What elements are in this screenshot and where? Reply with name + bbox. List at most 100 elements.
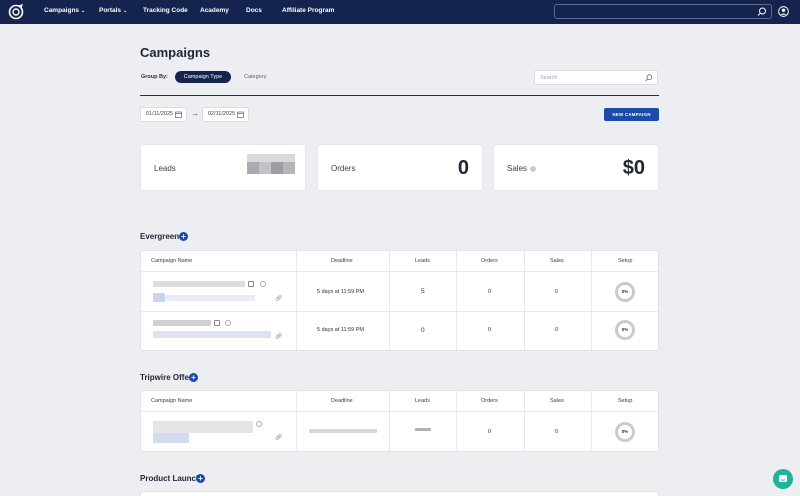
campaign-name-redacted[interactable] <box>153 320 211 326</box>
leads-cell: 5 <box>421 288 425 295</box>
add-tripwire-campaign-icon[interactable]: + <box>189 373 198 382</box>
date-start-field[interactable]: 01/11/2025 <box>140 107 187 122</box>
chat-widget-button[interactable] <box>773 469 793 489</box>
column-divider <box>591 391 592 451</box>
campaign-name-redacted[interactable] <box>153 421 253 433</box>
nav-portals-label: Portals <box>99 7 122 14</box>
header-sales: Sales <box>550 258 564 264</box>
sales-cell: 0 <box>555 429 559 435</box>
chevron-down-icon: ⌄ <box>81 8 86 14</box>
campaign-search-input[interactable] <box>540 74 640 82</box>
header-sales: Sales <box>550 398 564 404</box>
tripwire-table: Campaign Name Deadline Leads Orders Sale… <box>140 390 659 452</box>
header-orders: Orders <box>481 398 498 404</box>
header-leads: Leads <box>415 398 430 404</box>
group-by-label: Group By: <box>141 74 168 80</box>
nav-tracking-code[interactable]: Tracking Code <box>143 7 188 14</box>
column-divider <box>456 251 457 350</box>
row-divider <box>141 311 658 312</box>
top-nav: Campaigns ⌄ Portals ⌄ Tracking Code Academ… <box>0 0 800 24</box>
section-title-tripwire: Tripwire Offer <box>140 373 193 382</box>
table-header: Campaign Name Deadline Leads Orders Sale… <box>141 391 658 412</box>
column-divider <box>524 391 525 451</box>
header-deadline: Deadline <box>331 398 353 404</box>
calendar-icon <box>237 111 244 118</box>
nav-portals[interactable]: Portals ⌄ <box>99 7 127 14</box>
info-icon[interactable] <box>260 281 266 287</box>
column-divider <box>389 391 390 451</box>
sales-card: Sales $0 <box>493 144 659 191</box>
leads-value-redacted <box>247 154 295 174</box>
orders-cell: 0 <box>488 289 492 295</box>
orders-cell: 0 <box>488 429 492 435</box>
header-setup: Setup <box>618 258 633 264</box>
leads-redacted <box>415 428 431 431</box>
info-icon[interactable] <box>530 166 536 172</box>
nav-affiliate-program[interactable]: Affiliate Program <box>282 7 334 14</box>
new-campaign-button[interactable]: NEW CAMPAIGN <box>604 108 659 121</box>
arrow-right-icon: → <box>191 109 199 118</box>
header-leads: Leads <box>415 258 430 264</box>
setup-progress-ring[interactable]: 0% <box>615 320 635 340</box>
column-divider <box>296 251 297 350</box>
date-end-value: 02/11/2025 <box>208 111 236 117</box>
column-divider <box>524 251 525 350</box>
search-icon[interactable] <box>757 7 767 17</box>
header-campaign-name: Campaign Name <box>151 398 193 404</box>
deadline-cell: 5 days at 11:59 PM <box>317 289 364 295</box>
nav-campaigns[interactable]: Campaigns ⌄ <box>44 7 85 14</box>
sales-cell: 0 <box>555 327 559 333</box>
section-title-product-launch: Product Launch <box>140 474 201 483</box>
campaign-link-redacted[interactable] <box>153 331 271 338</box>
calendar-icon <box>175 111 182 118</box>
user-avatar-icon[interactable] <box>778 6 789 17</box>
setup-progress-ring[interactable]: 0% <box>615 282 635 302</box>
divider <box>140 95 659 96</box>
deadline-redacted <box>309 429 377 433</box>
setup-progress-ring[interactable]: 0% <box>615 422 635 442</box>
section-title-evergreen: Evergreen <box>140 232 180 241</box>
info-icon[interactable] <box>256 421 262 427</box>
app-logo-icon[interactable] <box>8 4 24 20</box>
page-title: Campaigns <box>140 45 211 60</box>
orders-card-value: 0 <box>457 157 469 179</box>
date-start-value: 01/11/2025 <box>146 111 174 117</box>
orders-card: Orders 0 <box>317 144 483 191</box>
chevron-down-icon: ⌄ <box>123 8 128 14</box>
column-divider <box>591 251 592 350</box>
copy-icon[interactable] <box>248 281 254 287</box>
info-icon[interactable] <box>225 320 231 326</box>
header-orders: Orders <box>481 258 498 264</box>
header-campaign-name: Campaign Name <box>151 258 193 264</box>
group-by-campaign-type[interactable]: Campaign Type <box>175 71 231 83</box>
column-divider <box>456 391 457 451</box>
chat-icon <box>779 475 787 482</box>
group-by-category[interactable]: Category <box>244 71 266 83</box>
campaign-search[interactable] <box>534 70 658 85</box>
copy-icon[interactable] <box>214 320 220 326</box>
campaign-link-redacted[interactable] <box>153 433 189 443</box>
header-setup: Setup <box>618 398 633 404</box>
add-evergreen-campaign-icon[interactable]: + <box>179 232 188 241</box>
campaign-name-redacted[interactable] <box>153 281 245 287</box>
orders-card-label: Orders <box>331 164 356 173</box>
nav-academy[interactable]: Academy <box>200 7 229 14</box>
nav-docs[interactable]: Docs <box>246 7 262 14</box>
link-icon[interactable]: 🔗︎ <box>275 333 283 340</box>
orders-cell: 0 <box>488 327 492 333</box>
product-launch-table <box>140 491 659 496</box>
nav-campaigns-label: Campaigns <box>44 7 80 14</box>
leads-cell: 0 <box>421 327 425 334</box>
date-end-field[interactable]: 02/11/2025 <box>202 107 249 122</box>
column-divider <box>389 251 390 350</box>
add-product-launch-campaign-icon[interactable]: + <box>196 474 205 483</box>
campaign-link-redacted[interactable] <box>153 293 165 302</box>
table-header: Campaign Name Deadline Leads Orders Sale… <box>141 251 658 272</box>
link-icon[interactable]: 🔗︎ <box>275 295 283 302</box>
header-deadline: Deadline <box>331 258 353 264</box>
evergreen-table: Campaign Name Deadline Leads Orders Sale… <box>140 250 659 351</box>
search-icon <box>645 74 653 82</box>
nav-search-input[interactable] <box>554 4 772 19</box>
sales-card-value: $0 <box>622 157 645 179</box>
link-icon[interactable]: 🔗︎ <box>275 434 283 441</box>
